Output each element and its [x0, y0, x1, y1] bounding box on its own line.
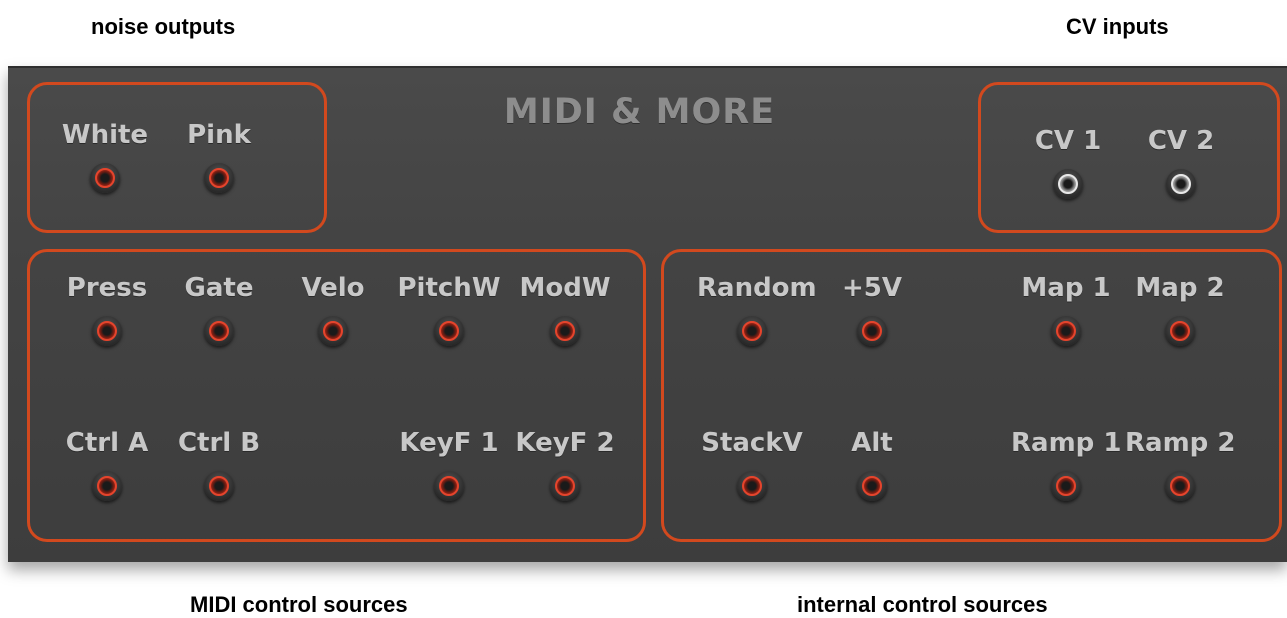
port-label: White	[61, 120, 149, 150]
port-gate[interactable]: Gate	[164, 273, 274, 373]
output-jack-icon[interactable]	[1051, 316, 1081, 346]
port-press[interactable]: Press	[52, 273, 162, 373]
port-map1[interactable]: Map 1	[1011, 273, 1121, 373]
output-jack-icon[interactable]	[92, 471, 122, 501]
output-jack-icon[interactable]	[204, 163, 234, 193]
port-label: CV 1	[1034, 126, 1102, 156]
port-label: PitchW	[397, 273, 501, 303]
output-jack-icon[interactable]	[204, 316, 234, 346]
port-label: KeyF 2	[515, 428, 615, 458]
output-jack-icon[interactable]	[90, 163, 120, 193]
output-jack-icon[interactable]	[550, 471, 580, 501]
port-cv1[interactable]: CV 1	[1013, 126, 1123, 226]
port-ramp1[interactable]: Ramp 1	[1011, 428, 1121, 528]
output-jack-icon[interactable]	[1165, 316, 1195, 346]
port-label: Ramp 2	[1125, 428, 1236, 458]
port-label: CV 2	[1147, 126, 1215, 156]
port-pink[interactable]: Pink	[164, 120, 274, 220]
port-velo[interactable]: Velo	[278, 273, 388, 373]
port-ctrl-b[interactable]: Ctrl B	[164, 428, 274, 528]
port-modw[interactable]: ModW	[510, 273, 620, 373]
port-label: Gate	[184, 273, 254, 303]
output-jack-icon[interactable]	[92, 316, 122, 346]
port-stackv[interactable]: StackV	[697, 428, 807, 528]
port-alt[interactable]: Alt	[817, 428, 927, 528]
output-jack-icon[interactable]	[857, 316, 887, 346]
port-label: Alt	[851, 428, 893, 458]
port-label: Map 2	[1135, 273, 1225, 303]
port-label: Random	[697, 273, 817, 303]
port-label: Ramp 1	[1011, 428, 1122, 458]
input-jack-icon[interactable]	[1166, 169, 1196, 199]
output-jack-icon[interactable]	[318, 316, 348, 346]
midi-more-panel: MIDI & MORE White Pink CV 1 CV 2 Press G…	[8, 66, 1287, 562]
port-label: KeyF 1	[399, 428, 499, 458]
port-pitchw[interactable]: PitchW	[394, 273, 504, 373]
output-jack-icon[interactable]	[204, 471, 234, 501]
port-keyf2[interactable]: KeyF 2	[510, 428, 620, 528]
port-ctrl-a[interactable]: Ctrl A	[52, 428, 162, 528]
port-label: Velo	[301, 273, 365, 303]
output-jack-icon[interactable]	[550, 316, 580, 346]
caption-midi-control-sources: MIDI control sources	[190, 592, 408, 617]
input-jack-icon[interactable]	[1053, 169, 1083, 199]
port-label: ModW	[519, 273, 611, 303]
port-white[interactable]: White	[50, 120, 160, 220]
port-label: Press	[66, 273, 148, 303]
caption-cv-inputs: CV inputs	[1066, 14, 1169, 39]
port-label: Ctrl A	[65, 428, 149, 458]
output-jack-icon[interactable]	[1165, 471, 1195, 501]
caption-internal-control-sources: internal control sources	[797, 592, 1048, 617]
port-label: Ctrl B	[177, 428, 261, 458]
output-jack-icon[interactable]	[434, 471, 464, 501]
port-label: +5V	[842, 273, 902, 303]
output-jack-icon[interactable]	[434, 316, 464, 346]
port-label: StackV	[701, 428, 803, 458]
port-map2[interactable]: Map 2	[1125, 273, 1235, 373]
port-cv2[interactable]: CV 2	[1126, 126, 1236, 226]
output-jack-icon[interactable]	[737, 471, 767, 501]
port-random[interactable]: Random	[697, 273, 817, 373]
port-plus5v[interactable]: +5V	[817, 273, 927, 373]
port-label: Pink	[187, 120, 251, 150]
output-jack-icon[interactable]	[1051, 471, 1081, 501]
port-keyf1[interactable]: KeyF 1	[394, 428, 504, 528]
output-jack-icon[interactable]	[857, 471, 887, 501]
output-jack-icon[interactable]	[737, 316, 767, 346]
port-ramp2[interactable]: Ramp 2	[1125, 428, 1235, 528]
port-label: Map 1	[1021, 273, 1111, 303]
caption-noise-outputs: noise outputs	[91, 14, 236, 39]
